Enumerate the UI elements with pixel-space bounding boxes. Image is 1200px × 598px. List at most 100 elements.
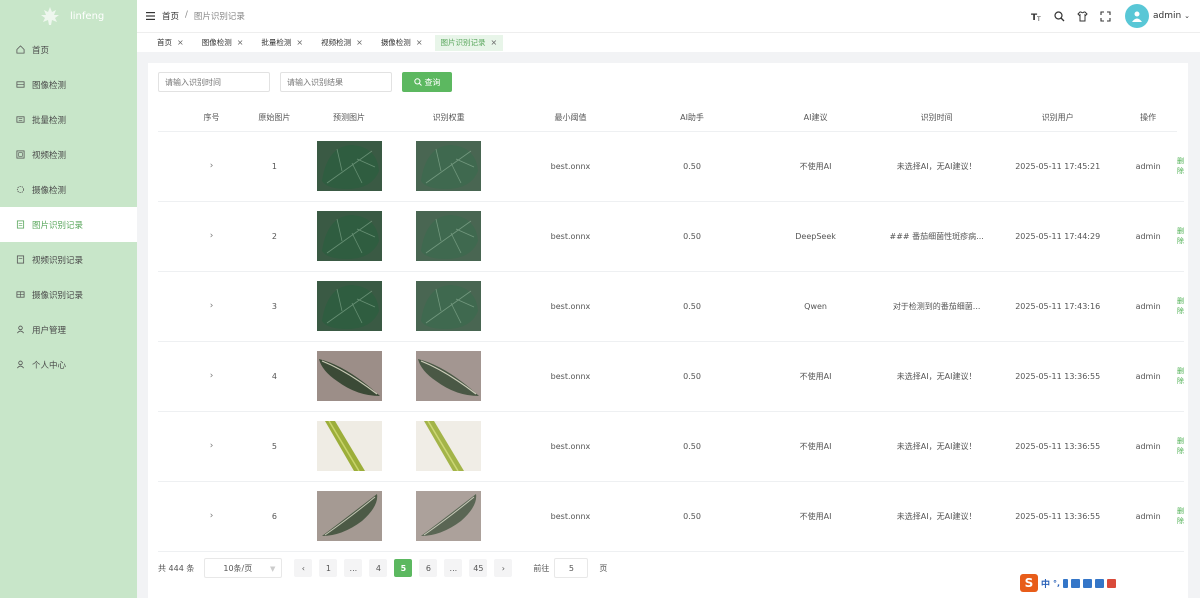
sidebar-item-6[interactable]: 视频识别记录 bbox=[0, 242, 137, 277]
total-count: 共 444 条 bbox=[158, 563, 195, 573]
action-cell: 删除 bbox=[1177, 341, 1184, 412]
sidebar-item-9[interactable]: 个人中心 bbox=[0, 347, 137, 382]
username[interactable]: admin ⌄ bbox=[1153, 11, 1190, 21]
close-icon[interactable]: × bbox=[491, 38, 498, 47]
user-cell: admin bbox=[1119, 481, 1177, 552]
page-button[interactable]: 5 bbox=[394, 559, 413, 577]
sidebar-item-label: 摄像识别记录 bbox=[32, 290, 84, 301]
theme-shirt-icon[interactable] bbox=[1077, 11, 1088, 22]
sogou-logo[interactable]: S bbox=[1020, 574, 1038, 592]
goto-page-input[interactable]: 5 bbox=[554, 558, 589, 578]
page-size-select[interactable]: 10条/页 ▼ bbox=[204, 558, 283, 578]
time-search-input[interactable] bbox=[158, 72, 270, 92]
font-size-icon[interactable]: TT bbox=[1031, 11, 1042, 22]
page-button[interactable]: 6 bbox=[419, 559, 438, 577]
original-image[interactable] bbox=[316, 491, 382, 541]
predicted-image[interactable] bbox=[416, 351, 482, 401]
predicted-image[interactable] bbox=[416, 491, 482, 541]
sidebar-item-8[interactable]: 用户管理 bbox=[0, 312, 137, 347]
sidebar-item-5[interactable]: 图片识别记录 bbox=[0, 207, 137, 242]
predicted-image[interactable] bbox=[416, 281, 482, 331]
close-icon[interactable]: × bbox=[416, 38, 423, 47]
original-image[interactable] bbox=[316, 211, 382, 261]
sidebar-item-1[interactable]: 图像检测 bbox=[0, 67, 137, 102]
expand-toggle[interactable]: › bbox=[185, 481, 238, 552]
menu-toggle-icon[interactable] bbox=[146, 12, 155, 20]
time-cell: 2025-05-11 17:43:16 bbox=[996, 271, 1120, 342]
delete-button[interactable]: 删除 bbox=[1177, 367, 1184, 385]
expand-toggle[interactable]: › bbox=[185, 341, 238, 412]
chevron-right-icon: › bbox=[209, 231, 214, 241]
original-image[interactable] bbox=[316, 351, 382, 401]
close-icon[interactable]: × bbox=[177, 38, 184, 47]
sidebar-item-label: 首页 bbox=[32, 45, 50, 56]
shirt-icon[interactable] bbox=[1083, 578, 1093, 588]
tag-2[interactable]: 批量检测 × bbox=[255, 35, 309, 51]
result-search-input[interactable] bbox=[280, 72, 392, 92]
tag-3[interactable]: 视频检测 × bbox=[315, 35, 369, 51]
expand-toggle[interactable]: › bbox=[185, 201, 238, 272]
user-cell: admin bbox=[1119, 201, 1177, 272]
tools-icon[interactable] bbox=[1107, 578, 1117, 588]
tag-5[interactable]: 图片识别记录 × bbox=[434, 34, 504, 51]
table-body: › 1 best.onnx 0.50 不使用AI 未选择AI，无AI建议！ 2025-05-… bbox=[158, 131, 1184, 552]
expand-toggle[interactable]: › bbox=[185, 131, 238, 202]
apps-icon[interactable] bbox=[1095, 578, 1105, 588]
breadcrumb-home[interactable]: 首页 bbox=[162, 10, 179, 22]
sidebar-item-2[interactable]: 批量检测 bbox=[0, 102, 137, 137]
sidebar-item-0[interactable]: 首页 bbox=[0, 32, 137, 67]
close-icon[interactable]: × bbox=[356, 38, 363, 47]
sidebar-item-7[interactable]: 摄像识别记录 bbox=[0, 277, 137, 312]
weight-cell: best.onnx bbox=[510, 131, 631, 202]
keyboard-icon[interactable] bbox=[1071, 578, 1081, 588]
query-button[interactable]: 查询 bbox=[402, 72, 452, 92]
next-page-button[interactable]: › bbox=[494, 559, 513, 577]
page-button[interactable]: 45 bbox=[469, 559, 488, 577]
original-image[interactable] bbox=[316, 281, 382, 331]
tag-0[interactable]: 首页 × bbox=[151, 35, 190, 51]
tag-1[interactable]: 图像检测 × bbox=[196, 35, 250, 51]
time-cell: 2025-05-11 17:44:29 bbox=[996, 201, 1120, 272]
predicted-image-cell bbox=[386, 201, 511, 272]
table-header: 序号 原始图片 预测图片 识别权重 最小阈值 AI助手 AI建议 识别时间 识别用户 操作 bbox=[158, 105, 1184, 132]
logo: linfeng bbox=[0, 0, 137, 32]
fullscreen-icon[interactable] bbox=[1100, 10, 1111, 22]
chevron-right-icon: › bbox=[209, 161, 214, 171]
delete-button[interactable]: 删除 bbox=[1177, 227, 1184, 245]
page-button[interactable]: 4 bbox=[369, 559, 388, 577]
predicted-image-cell bbox=[386, 411, 511, 482]
microphone-icon[interactable] bbox=[1063, 578, 1069, 588]
sidebar-item-4[interactable]: 摄像检测 bbox=[0, 172, 137, 207]
weight-cell: best.onnx bbox=[510, 341, 631, 412]
more-pages-button[interactable]: ... bbox=[344, 559, 363, 577]
predicted-image[interactable] bbox=[416, 421, 482, 471]
ime-toolbar: S 中 °, bbox=[1020, 574, 1117, 592]
ime-mode-label[interactable]: 中 bbox=[1041, 577, 1050, 590]
delete-button[interactable]: 删除 bbox=[1177, 297, 1184, 315]
delete-button[interactable]: 删除 bbox=[1177, 157, 1184, 175]
search-icon[interactable] bbox=[1054, 10, 1065, 22]
expand-toggle[interactable]: › bbox=[185, 411, 238, 482]
camera-record-icon bbox=[16, 291, 25, 298]
breadcrumb-separator: / bbox=[185, 10, 188, 20]
tag-4[interactable]: 摄像检测 × bbox=[375, 35, 429, 51]
page-button[interactable]: 1 bbox=[319, 559, 338, 577]
avatar[interactable] bbox=[1125, 4, 1150, 28]
original-image[interactable] bbox=[316, 421, 382, 471]
close-icon[interactable]: × bbox=[237, 38, 244, 47]
predicted-image[interactable] bbox=[416, 141, 482, 191]
close-icon[interactable]: × bbox=[296, 38, 303, 47]
punctuation-icon[interactable]: °, bbox=[1053, 579, 1060, 588]
predicted-image[interactable] bbox=[416, 211, 482, 261]
sidebar-item-3[interactable]: 视频检测 bbox=[0, 137, 137, 172]
time-cell: 2025-05-11 13:36:55 bbox=[996, 481, 1120, 552]
prev-page-button[interactable]: ‹ bbox=[294, 559, 313, 577]
chevron-right-icon: › bbox=[209, 441, 214, 451]
delete-button[interactable]: 删除 bbox=[1177, 507, 1184, 525]
original-image[interactable] bbox=[316, 141, 382, 191]
expand-toggle[interactable]: › bbox=[185, 271, 238, 342]
index-cell: 6 bbox=[237, 481, 312, 552]
delete-button[interactable]: 删除 bbox=[1177, 437, 1184, 455]
more-pages-button[interactable]: ... bbox=[444, 559, 463, 577]
image-icon bbox=[16, 81, 25, 88]
